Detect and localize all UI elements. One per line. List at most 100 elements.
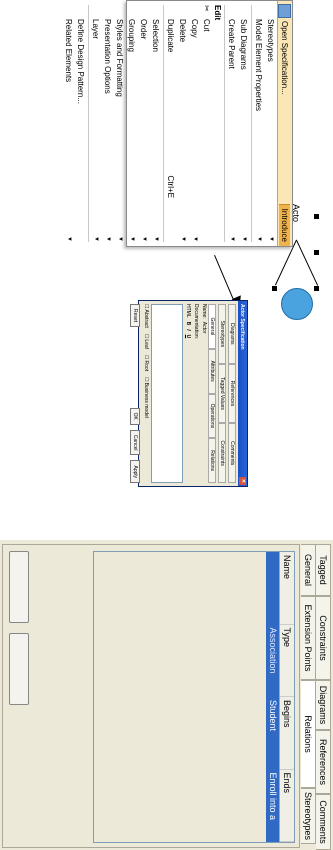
tab-constraints[interactable]: Constraints [316, 596, 331, 680]
association-line[interactable] [296, 240, 319, 286]
edit-section-label: Edit [213, 5, 223, 21]
menu-item-layer[interactable]: Layer ▼ [90, 1, 102, 246]
leaf-checkbox[interactable]: Leaf [143, 334, 149, 349]
column-header-begins[interactable]: Begins [280, 697, 294, 770]
menu-item-selection[interactable]: Selection ▼ [150, 1, 162, 246]
format-select[interactable]: HTML [185, 304, 191, 318]
tab-diagrams[interactable]: Diagrams [316, 680, 331, 730]
menu-item-presentation-options[interactable]: Presentation Options ▼ [102, 1, 114, 246]
menu-separator [251, 5, 252, 242]
tab-comments[interactable]: Comments [316, 794, 331, 850]
table-header: Name Type Begins Ends [279, 552, 294, 842]
panel-button[interactable] [9, 551, 29, 623]
tab-comments[interactable]: Comments [228, 423, 236, 484]
table-row[interactable]: Association Student Enroll into a course [255, 552, 279, 842]
submenu-arrow-icon: ▼ [153, 236, 159, 242]
tab-operations[interactable]: Operations [208, 393, 216, 439]
tab-stereotypes[interactable]: Stereotypes [218, 304, 226, 364]
selection-handle[interactable] [314, 286, 319, 291]
dialog-title-bar[interactable]: Actor Specification ✕ [238, 301, 247, 486]
documentation-label: Documentation: [193, 304, 199, 340]
relations-dialog: Tagged Values Constraints Diagrams Refer… [0, 540, 333, 850]
tab-extension-points[interactable]: Extension Points [301, 596, 316, 680]
underline-button[interactable]: U [185, 335, 191, 339]
menu-item-delete[interactable]: Delete ▼ [177, 1, 189, 246]
ok-button[interactable]: OK [130, 407, 140, 425]
open-specification-item[interactable]: Open Specification... [281, 21, 290, 204]
menu-item-grouping[interactable]: Grouping ▼ [126, 1, 138, 246]
menu-item-copy[interactable]: Copy ▼ [189, 1, 201, 246]
submenu-arrow-icon: ▼ [241, 236, 247, 242]
column-header-type[interactable]: Type [280, 624, 294, 697]
tab-relations[interactable]: Relations [301, 680, 316, 788]
menu-item-stereotypes[interactable]: Stereotypes ▼ [265, 1, 277, 246]
diagram-context-menu-region: Acto Open Specification... Introduce Ste… [0, 0, 333, 330]
menu-header[interactable]: Open Specification... Introduce [277, 1, 292, 246]
tab-tagged-values[interactable]: Tagged Values [304, 544, 331, 596]
column-header-ends[interactable]: Ends [280, 769, 294, 842]
root-checkbox[interactable]: Root [143, 355, 149, 372]
cell-type: Association [268, 627, 278, 674]
panel-button[interactable] [9, 633, 29, 705]
dialog-title: Actor Specification [239, 304, 246, 350]
options-row: Abstract Leaf Root Business model [142, 301, 150, 486]
menu-item-cut[interactable]: ✂ Cut [201, 1, 213, 246]
tab-diagrams[interactable]: Diagrams [228, 304, 236, 364]
name-value[interactable]: Actor [201, 322, 207, 334]
abstract-checkbox[interactable]: Abstract [143, 304, 149, 327]
cancel-button[interactable]: Cancel [130, 429, 140, 456]
menu-separator [224, 5, 225, 242]
menu-item-styles-formatting[interactable]: Styles and Formatting ▼ [114, 1, 126, 246]
relations-panel: Name Type Begins Ends Association Studen… [2, 544, 300, 848]
menu-item-duplicate[interactable]: Duplicate Ctrl+E [165, 1, 177, 246]
tab-references[interactable]: References [316, 730, 331, 794]
documentation-editor[interactable] [151, 304, 183, 483]
close-icon[interactable]: ✕ [239, 477, 246, 485]
reset-button[interactable]: Reset [130, 304, 140, 328]
submenu-arrow-icon: ▼ [105, 236, 111, 242]
documentation-row: Documentation: [192, 301, 200, 486]
name-row: Name: Actor [200, 301, 208, 486]
tab-relations[interactable]: Relations [208, 438, 216, 483]
business-model-checkbox[interactable]: Business model [143, 377, 149, 418]
tab-tagged-values[interactable]: Tagged Values [218, 363, 226, 424]
table-empty-area [94, 552, 266, 842]
tab-attributes[interactable]: Attributes [208, 348, 216, 394]
actor-specification-dialog-small: Actor Specification ✕ Diagrams Reference… [130, 300, 248, 487]
menu-item-create-parent[interactable]: Create Parent ▼ [226, 1, 238, 246]
tab-strip: Diagrams References Comments [228, 301, 238, 486]
specification-icon [278, 4, 292, 18]
menu-item-order[interactable]: Order ▼ [138, 1, 150, 246]
tab-general[interactable]: General [208, 304, 216, 349]
relations-table[interactable]: Name Type Begins Ends Association Studen… [93, 551, 295, 843]
submenu-arrow-icon: ▼ [268, 236, 274, 242]
menu-separator [88, 5, 89, 242]
cell-begins: Student [268, 700, 278, 732]
submenu-arrow-icon: ▼ [192, 236, 198, 242]
scissors-icon: ✂ [202, 5, 212, 12]
tab-constraints[interactable]: Constraints [218, 423, 226, 484]
menu-item-related-elements[interactable]: Related Elements ▼ [63, 1, 75, 246]
menu-item-sub-diagrams[interactable]: Sub Diagrams ▼ [238, 1, 250, 246]
selection-handle[interactable] [272, 286, 277, 291]
tab-references[interactable]: References [228, 363, 236, 424]
selection-handle[interactable] [314, 250, 319, 255]
tab-stereotypes[interactable]: Stereotypes [301, 788, 316, 844]
column-header-name[interactable]: Name [280, 552, 294, 625]
introduce-tab[interactable]: Introduce [279, 203, 291, 246]
menu-item-define-design-pattern[interactable]: Define Design Pattern... [75, 1, 87, 246]
submenu-arrow-icon: ▼ [229, 236, 235, 242]
submenu-arrow-icon: ▼ [93, 236, 99, 242]
tab-strip: General Attributes Operations Relations [208, 301, 218, 486]
selection-handle[interactable] [314, 214, 319, 219]
cell-name [266, 552, 279, 625]
tab-strip-top: Tagged Values Constraints Diagrams Refer… [304, 544, 331, 850]
italic-button[interactable]: I [185, 329, 191, 330]
tab-strip-bottom: General Extension Points Relations Stere… [301, 544, 316, 844]
use-case-node[interactable] [281, 288, 313, 320]
submenu-arrow-icon: ▼ [129, 236, 135, 242]
menu-item-model-element-properties[interactable]: Model Element Properties ▼ [253, 1, 265, 246]
apply-button[interactable]: Apply [130, 460, 140, 483]
bold-button[interactable]: B [185, 322, 191, 326]
tab-general[interactable]: General [301, 544, 316, 596]
